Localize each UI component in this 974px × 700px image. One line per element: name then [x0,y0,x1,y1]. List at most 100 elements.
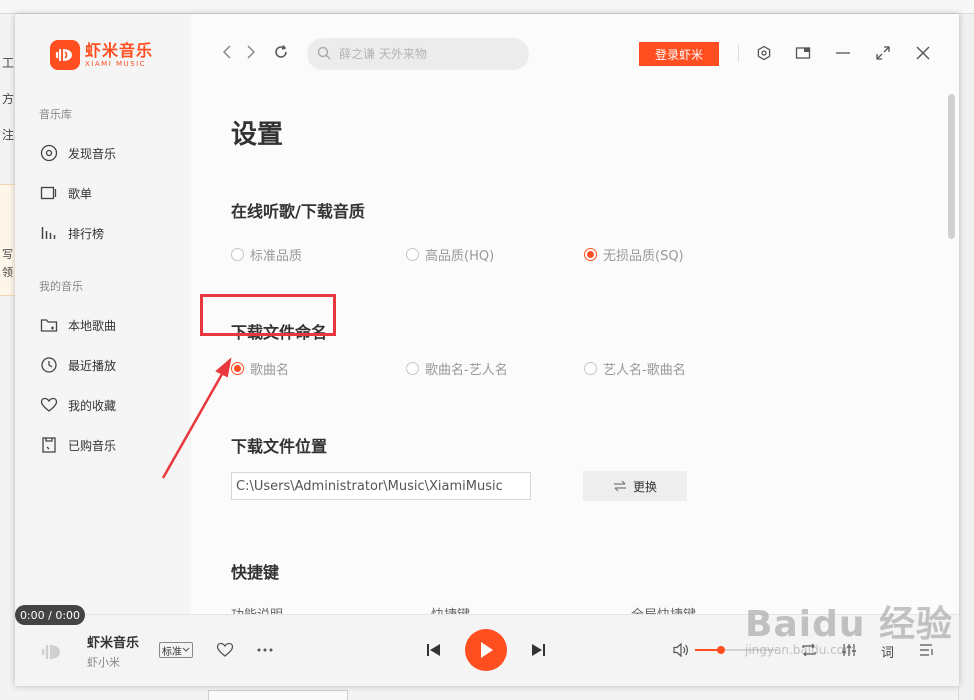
radio-naming-song-artist[interactable]: 歌曲名-艺人名 [406,359,508,378]
more-icon [257,648,273,652]
chevron-right-icon [247,45,256,59]
search-input[interactable] [339,47,509,61]
equalizer-button[interactable] [839,640,859,660]
previous-button[interactable] [423,640,445,660]
song-title[interactable]: 虾米音乐 [87,632,139,651]
section-title-quality: 在线听歌/下载音质 [231,202,365,221]
song-artist[interactable]: 虾小米 [87,654,120,670]
sidebar-item-charts[interactable]: 排行榜 [39,223,104,243]
album-cover[interactable] [37,638,65,666]
radio-indicator [584,362,597,375]
scrollbar[interactable] [948,94,955,239]
favorite-button[interactable] [215,640,235,660]
app-logo[interactable]: 虾米音乐 XIAMI MUSIC [50,40,153,70]
radio-label: 歌曲名-艺人名 [425,363,508,378]
minimize-button[interactable] [834,44,852,62]
page-title: 设置 [231,120,284,150]
download-path-field[interactable] [231,472,531,500]
background-text: 领 [2,266,13,279]
radio-indicator-selected [584,248,597,261]
radio-indicator [231,248,244,261]
heart-icon [216,642,234,657]
logo-title: 虾米音乐 [85,40,154,60]
volume-button[interactable] [671,640,691,660]
maximize-button[interactable] [874,44,892,62]
close-button[interactable] [914,44,932,62]
logo-icon [50,40,80,70]
sidebar-item-label: 最近播放 [68,358,117,373]
change-location-button[interactable]: 更换 [583,471,687,501]
back-button[interactable] [219,44,235,60]
heart-icon [39,395,59,415]
playlist-icon [39,183,59,203]
repeat-icon [802,643,816,657]
radio-indicator [406,362,419,375]
time-display: 0:00 / 0:00 [15,605,85,625]
section-title-shortcuts: 快捷键 [231,563,280,582]
annotation-highlight-box [200,294,336,336]
search-box[interactable] [307,38,529,70]
sidebar-item-playlist[interactable]: 歌单 [39,183,92,203]
sidebar: 虾米音乐 XIAMI MUSIC 音乐库 发现音乐 歌单 排行榜 我的音乐 本地… [15,14,191,614]
play-button[interactable] [465,629,507,671]
radio-quality-sq[interactable]: 无损品质(SQ) [584,245,684,264]
settings-window-button[interactable] [755,44,773,62]
more-button[interactable] [255,640,275,660]
background-topbar [0,0,974,14]
queue-icon [920,644,933,656]
playlist-queue-button[interactable] [917,640,937,660]
quality-selector[interactable]: 标准 [159,642,193,658]
next-button[interactable] [527,640,549,660]
sidebar-item-label: 我的收藏 [68,398,117,413]
background-text: 注 [2,128,15,142]
background-text: 方 [2,92,15,106]
hexagon-settings-icon [757,45,771,61]
swap-icon [613,480,626,492]
sidebar-item-label: 排行榜 [68,226,105,241]
radio-quality-hq[interactable]: 高品质(HQ) [406,245,494,264]
radio-label: 标准品质 [250,249,303,264]
radio-label: 高品质(HQ) [425,249,495,264]
chart-icon [39,223,59,243]
sidebar-item-favorites[interactable]: 我的收藏 [39,395,116,415]
mini-player-icon [795,47,811,59]
login-button[interactable]: 登录虾米 [639,42,719,66]
section-title-location: 下载文件位置 [231,437,328,456]
minimize-icon [836,52,850,54]
refresh-button[interactable] [273,44,289,60]
loop-mode-button[interactable] [799,640,819,660]
quality-label: 标准 [162,646,182,658]
radio-naming-song[interactable]: 歌曲名 [231,359,289,378]
sidebar-item-discover[interactable]: 发现音乐 [39,143,116,163]
equalizer-icon [842,644,856,656]
search-icon [317,45,331,64]
radio-label: 艺人名-歌曲名 [603,363,686,378]
skip-forward-icon [532,644,545,656]
sidebar-item-recent[interactable]: 最近播放 [39,355,116,375]
refresh-icon [275,45,287,58]
purchased-icon [39,435,59,455]
sidebar-item-label: 发现音乐 [68,146,117,161]
forward-button[interactable] [243,44,259,60]
volume-icon [673,642,688,658]
xiami-logo-icon [41,644,60,660]
lyrics-button[interactable]: 词 [881,642,894,661]
radio-naming-artist-song[interactable]: 艺人名-歌曲名 [584,359,686,378]
sidebar-item-local[interactable]: 本地歌曲 [39,315,116,335]
radio-quality-standard[interactable]: 标准品质 [231,245,302,264]
mini-mode-button[interactable] [794,44,812,62]
play-icon [481,642,493,658]
background-box [208,690,348,700]
background-text: 写 [2,248,13,261]
xiami-window: 虾米音乐 XIAMI MUSIC 音乐库 发现音乐 歌单 排行榜 我的音乐 本地… [15,14,959,686]
radio-label: 无损品质(SQ) [603,249,684,264]
close-icon [916,46,930,60]
volume-slider[interactable] [695,646,777,654]
radio-label: 歌曲名 [250,363,290,378]
section-title-library: 音乐库 [39,108,72,121]
radio-indicator-selected [231,362,244,375]
change-location-label: 更换 [632,479,657,494]
folder-icon [39,315,59,335]
logo-subtitle: XIAMI MUSIC [85,59,147,68]
sidebar-item-purchased[interactable]: 已购音乐 [39,435,116,455]
